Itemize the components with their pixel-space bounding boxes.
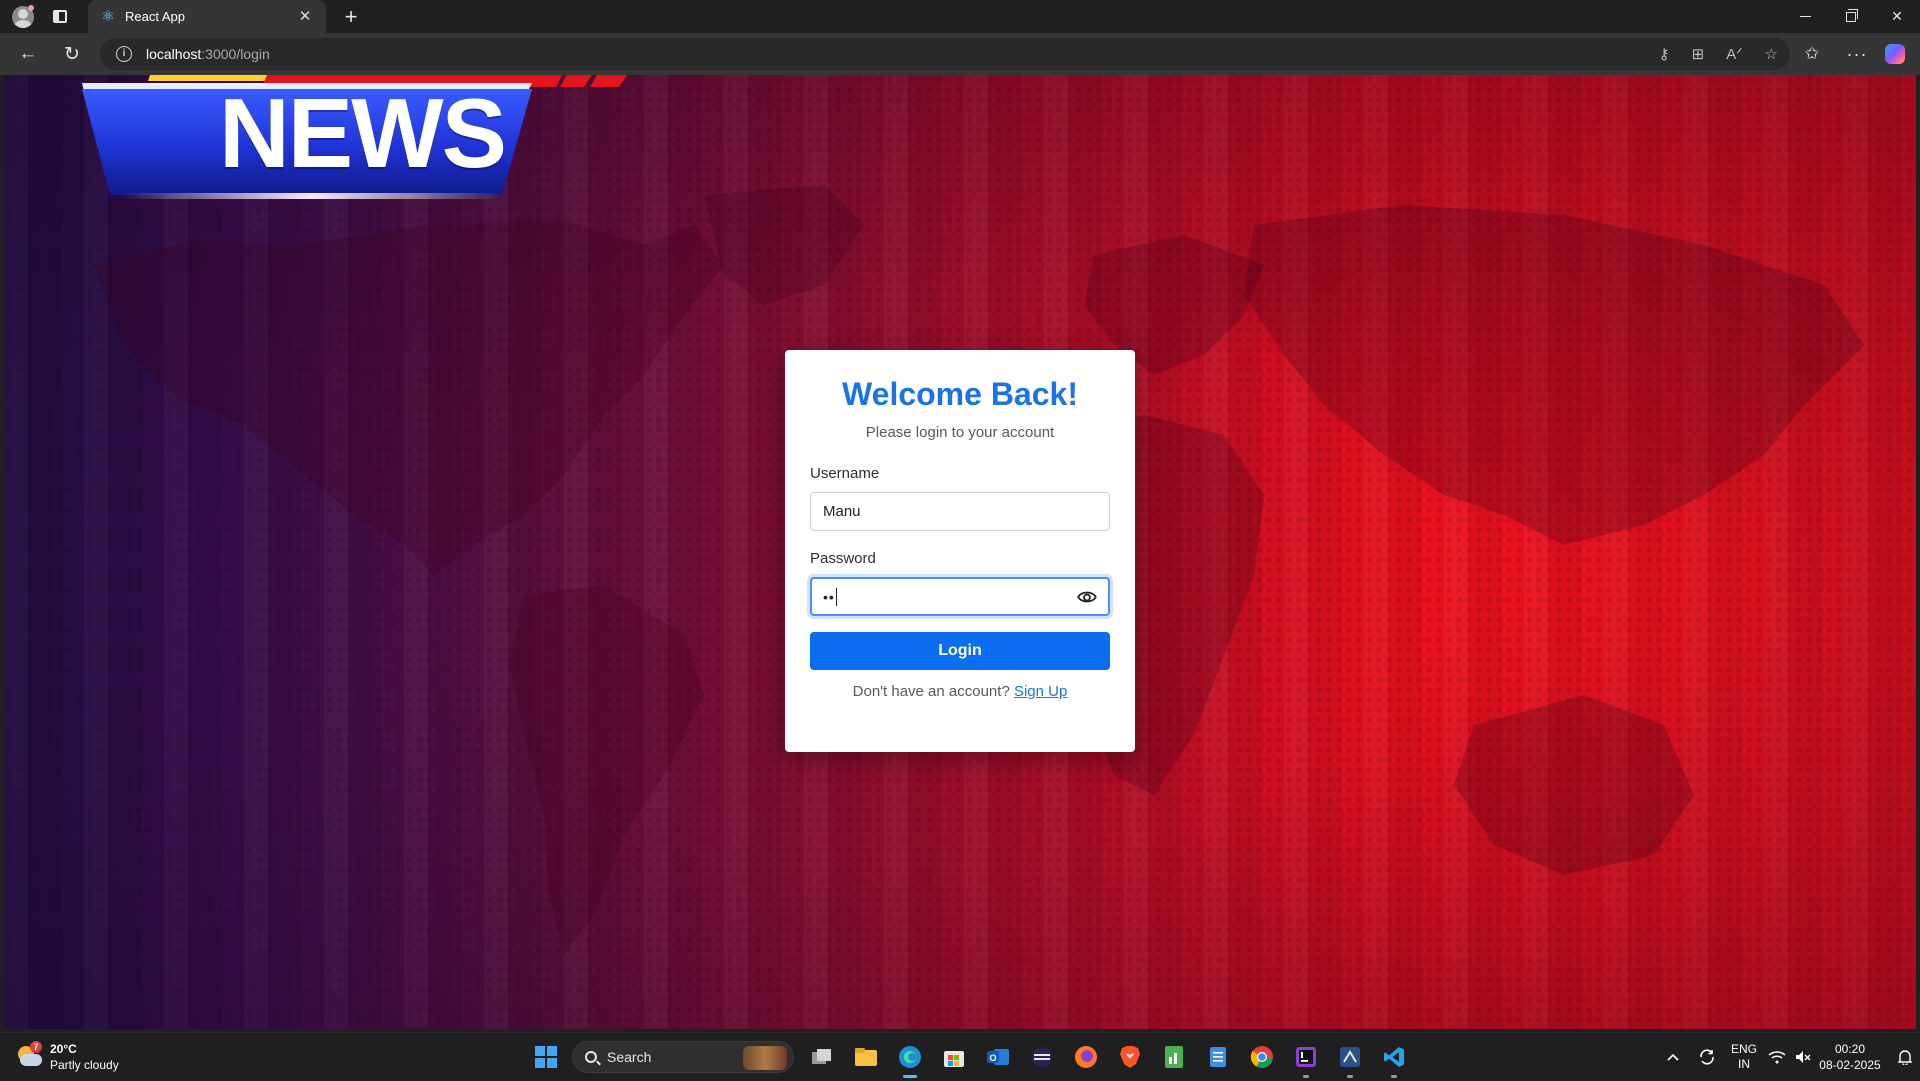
windows-taskbar: 7 20°C Partly cloudy Search O ENG IN 00:… [0, 1032, 1920, 1080]
login-title: Welcome Back! [842, 376, 1078, 412]
clock-time: 00:20 [1834, 1042, 1866, 1056]
password-input[interactable]: •• [810, 577, 1110, 616]
vscode-icon[interactable] [1372, 1035, 1416, 1079]
password-masked-value: •• [823, 588, 835, 605]
minimize-icon [1799, 16, 1811, 17]
notification-bell-icon[interactable] [1890, 1049, 1920, 1065]
show-hidden-icons-chevron-icon[interactable] [1656, 1053, 1690, 1061]
chrome-icon[interactable] [1240, 1035, 1284, 1079]
react-icon: ⚛ [101, 7, 115, 25]
microsoft-store-icon[interactable] [932, 1035, 976, 1079]
copilot-icon [1885, 44, 1905, 64]
profile-button[interactable] [8, 0, 38, 33]
outlook-icon[interactable]: O [976, 1035, 1020, 1079]
back-button[interactable]: ← [10, 33, 46, 75]
weather-description: Partly cloudy [50, 1058, 119, 1072]
brave-icon[interactable] [1108, 1035, 1152, 1079]
volume-muted-icon[interactable] [1790, 1050, 1816, 1064]
sync-icon[interactable] [1690, 1048, 1724, 1066]
input-language-indicator[interactable]: ENG IN [1724, 1042, 1764, 1072]
new-tab-button[interactable]: + [336, 0, 366, 33]
password-key-icon[interactable]: ⚷ [1659, 45, 1670, 63]
read-aloud-icon[interactable]: Aᐟ [1726, 45, 1742, 63]
banner-glow-line [122, 193, 502, 199]
wifi-icon[interactable] [1764, 1050, 1790, 1064]
weather-badge: 7 [30, 1041, 42, 1053]
banner-red-accent-2 [590, 75, 627, 87]
window-close-button[interactable]: ✕ [1874, 0, 1920, 33]
site-info-icon[interactable]: i [116, 46, 132, 62]
username-label: Username [810, 465, 880, 482]
svg-text:O: O [989, 1053, 996, 1063]
taskbar-search-label: Search [607, 1049, 652, 1065]
text-caret [835, 587, 837, 606]
reload-button[interactable]: ↻ [54, 33, 90, 75]
url-host: localhost [146, 46, 202, 62]
eclipse-icon[interactable] [1020, 1035, 1064, 1079]
more-menu-button[interactable]: ··· [1842, 33, 1872, 75]
address-bar[interactable]: i localhost:3000/login ⚷ ⊞ Aᐟ ☆ [100, 38, 1790, 70]
tab-title: React App [125, 9, 185, 24]
sql-developer-icon[interactable] [1328, 1035, 1372, 1079]
news-logo-banner: NEWS [82, 75, 642, 215]
weather-widget[interactable]: 7 20°C Partly cloudy [14, 1037, 119, 1077]
firefox-icon[interactable] [1064, 1035, 1108, 1079]
browser-toolbar: ← ↻ i localhost:3000/login ⚷ ⊞ Aᐟ ☆ ✩ ··… [0, 33, 1920, 75]
search-highlight-image [743, 1046, 787, 1070]
copilot-button[interactable] [1882, 33, 1908, 75]
partly-cloudy-icon: 7 [14, 1041, 44, 1072]
file-explorer-icon[interactable] [844, 1035, 888, 1079]
tab-close-icon[interactable]: ✕ [296, 8, 314, 26]
eye-icon[interactable] [1076, 588, 1098, 606]
favorite-star-icon[interactable]: ☆ [1765, 45, 1778, 63]
spreadsheet-app-icon[interactable] [1152, 1035, 1196, 1079]
login-subtitle: Please login to your account [865, 424, 1055, 441]
address-bar-actions: ⚷ ⊞ Aᐟ ☆ [1659, 38, 1778, 70]
password-label: Password [810, 550, 876, 567]
search-icon [585, 1051, 597, 1063]
page-viewport: NEWS Welcome Back! Please login to your … [4, 75, 1916, 1029]
tab-actions-button[interactable] [46, 0, 74, 33]
clock-date: 08-02-2025 [1819, 1058, 1881, 1072]
windows-start-icon[interactable] [524, 1035, 568, 1079]
language-code: ENG [1730, 1042, 1757, 1056]
taskbar-search-box[interactable]: Search [572, 1041, 794, 1073]
system-tray: ENG IN 00:20 08-02-2025 [1656, 1033, 1920, 1081]
notepad-icon[interactable] [1196, 1035, 1240, 1079]
window-restore-button[interactable] [1828, 0, 1874, 33]
username-value: Manu [823, 503, 861, 520]
browser-tab-active[interactable]: ⚛ React App ✕ [88, 0, 326, 33]
profile-status-dot [28, 5, 34, 11]
edge-browser-icon[interactable] [888, 1035, 932, 1079]
taskbar-clock[interactable]: 00:20 08-02-2025 [1816, 1041, 1890, 1073]
task-view-icon[interactable] [800, 1035, 844, 1079]
signup-link[interactable]: Sign Up [1014, 683, 1067, 700]
url-path: :3000/login [201, 46, 270, 62]
favorites-button[interactable]: ✩ [1798, 33, 1826, 75]
browser-titlebar: ⚛ React App ✕ + ✕ [0, 0, 1920, 33]
login-card: Welcome Back! Please login to your accou… [785, 350, 1135, 752]
restore-icon [1846, 8, 1858, 22]
login-button[interactable]: Login [810, 632, 1110, 670]
taskbar-apps: Search O [524, 1033, 1416, 1081]
signup-prompt-row: Don't have an account? Sign Up [785, 683, 1135, 700]
language-region: IN [1738, 1057, 1750, 1071]
weather-temperature: 20°C [50, 1042, 77, 1056]
tab-actions-icon [53, 10, 67, 23]
username-input[interactable]: Manu [810, 492, 1110, 531]
news-logo-text: NEWS [219, 77, 507, 188]
window-minimize-button[interactable] [1782, 0, 1828, 33]
banner-red-accent-1 [560, 75, 592, 87]
intellij-icon[interactable] [1284, 1035, 1328, 1079]
app-install-icon[interactable]: ⊞ [1692, 45, 1705, 63]
signup-prompt-text: Don't have an account? [852, 683, 1010, 700]
